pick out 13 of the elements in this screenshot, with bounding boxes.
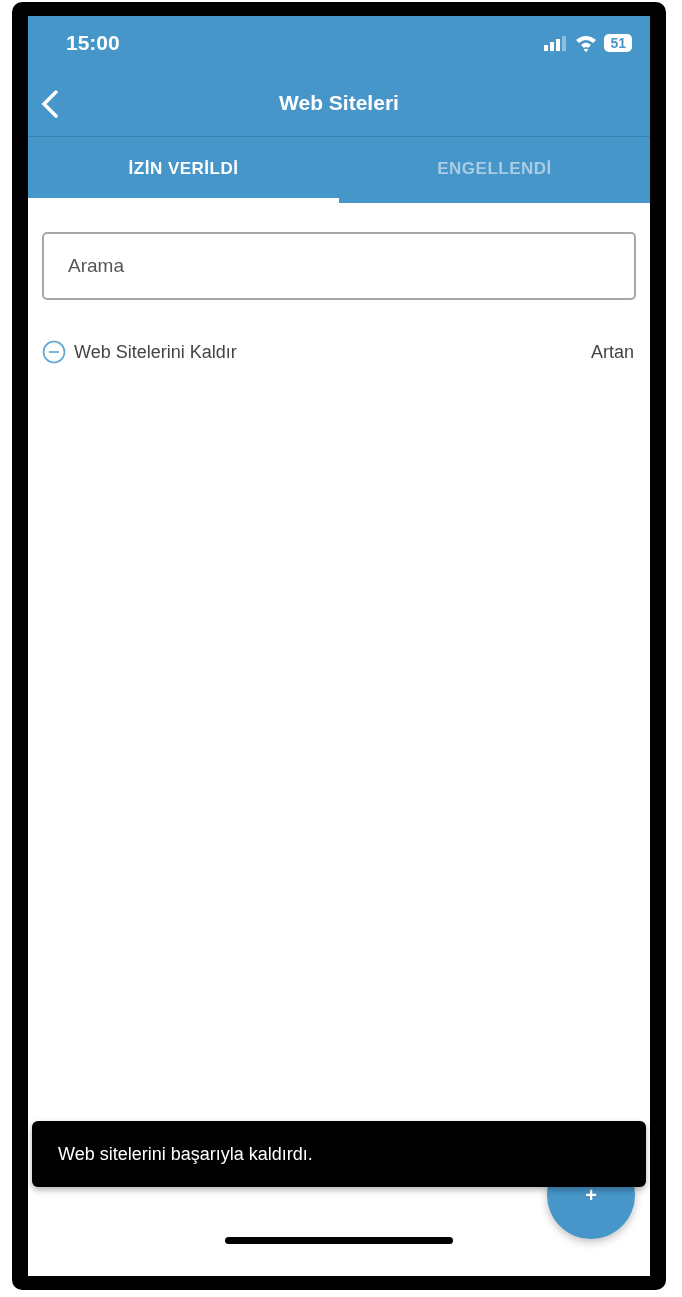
status-time: 15:00 — [66, 31, 120, 55]
battery-indicator: 51 — [604, 34, 632, 52]
back-button[interactable] — [40, 90, 60, 121]
sort-button[interactable]: Artan — [590, 341, 634, 363]
screen-title: Web Siteleri — [279, 91, 399, 115]
tab[interactable]: İZİN VERİLDİ — [28, 137, 339, 203]
minus-circle-icon — [42, 340, 66, 364]
search-field[interactable]: Arama — [42, 232, 636, 300]
wifi-icon — [574, 34, 599, 52]
toast-message: Web sitelerini başarıyla kaldırdı. — [32, 1121, 646, 1187]
tab[interactable]: ENGELLENDİ — [339, 137, 650, 203]
remove-websites-button[interactable]: Web Sitelerini Kaldır — [42, 340, 237, 364]
signal-icon — [544, 35, 569, 51]
